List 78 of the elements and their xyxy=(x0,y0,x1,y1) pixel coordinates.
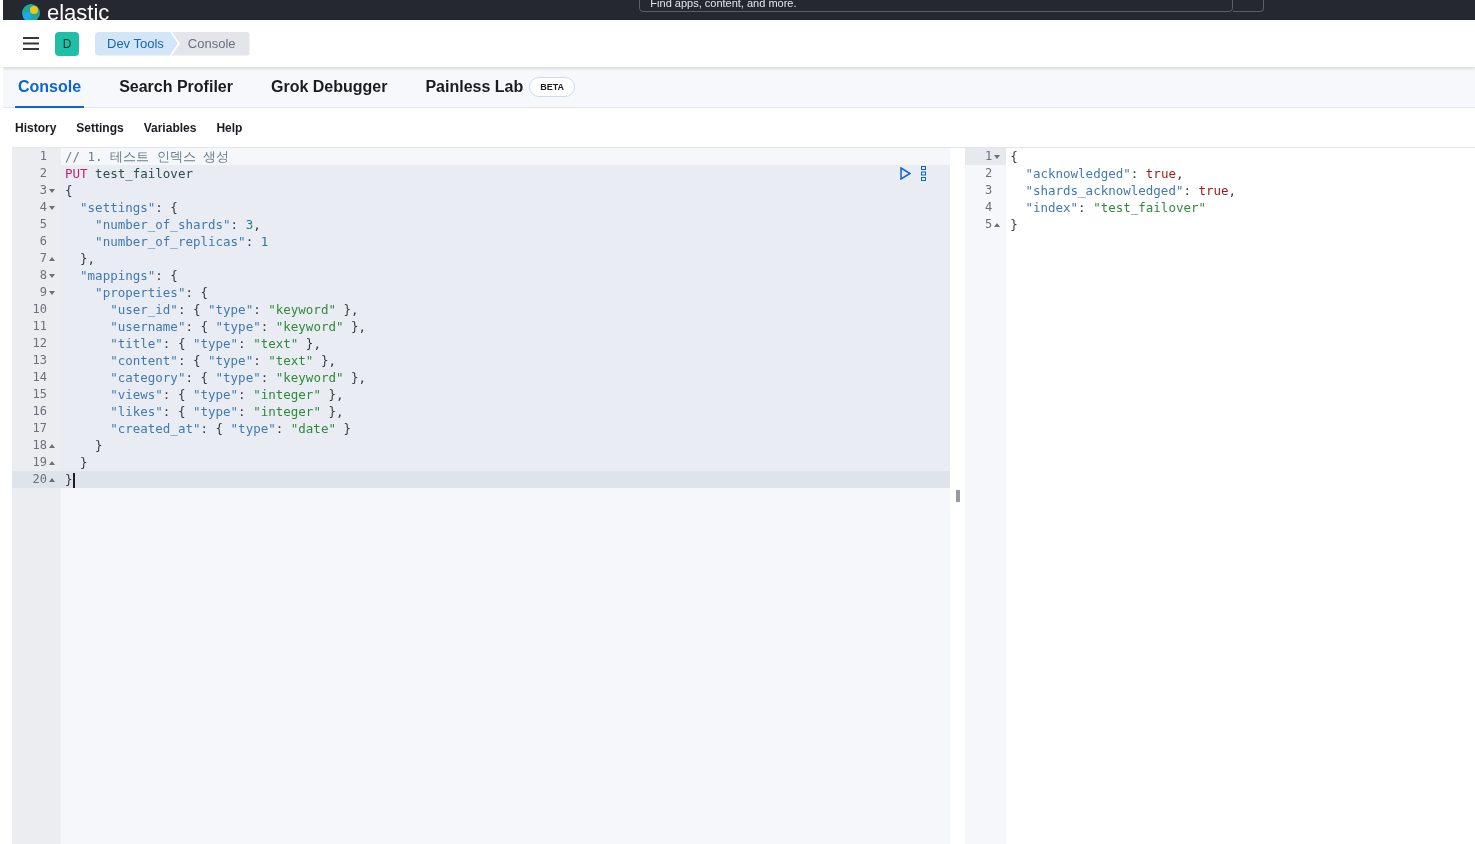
fold-down-icon[interactable] xyxy=(49,273,55,278)
code-line: "username": { "type": "keyword" }, xyxy=(109,319,367,334)
line-number: 7 xyxy=(39,250,47,267)
line-number: 16 xyxy=(32,403,47,420)
code-line: }, xyxy=(79,251,96,266)
space-avatar[interactable]: D xyxy=(55,31,79,56)
line-number: 15 xyxy=(32,386,47,403)
code-line: "user_id": { "type": "keyword" }, xyxy=(109,302,359,317)
code-line: "acknowledged": true, xyxy=(1024,166,1184,181)
line-number: 10 xyxy=(32,301,47,318)
code-line: "views": { "type": "integer" }, xyxy=(109,387,344,402)
code-line: "title": { "type": "text" }, xyxy=(109,336,321,351)
line-number: 17 xyxy=(32,420,47,437)
code-line: "number_of_replicas": 1 xyxy=(94,234,269,249)
code-line: "settings": { xyxy=(79,200,178,215)
line-number: 6 xyxy=(39,233,47,250)
fold-up-icon[interactable] xyxy=(49,460,55,465)
toolbar-link[interactable]: History xyxy=(15,120,57,135)
code-line: } xyxy=(64,472,73,487)
tab[interactable]: Grok Debugger xyxy=(267,67,391,108)
line-number: 9 xyxy=(39,284,47,301)
line-number: 18 xyxy=(32,437,47,454)
fold-up-icon[interactable] xyxy=(49,256,55,261)
line-number: 2 xyxy=(985,165,993,182)
line-number: 3 xyxy=(985,182,993,199)
fold-up-icon[interactable] xyxy=(49,477,55,482)
code-line: { xyxy=(64,183,73,198)
code-line: } xyxy=(94,438,103,453)
logo-text: elastic xyxy=(47,2,110,20)
toolbar-link[interactable]: Help xyxy=(216,120,243,135)
search-field[interactable]: Find apps, content, and more. xyxy=(639,0,1234,12)
code-line: // 1. 테스트 인덱스 생성 xyxy=(64,149,230,164)
line-number: 8 xyxy=(39,267,47,284)
line-number: 14 xyxy=(32,369,47,386)
more-icon[interactable] xyxy=(921,166,927,181)
line-number: 11 xyxy=(32,318,47,335)
play-icon[interactable] xyxy=(900,167,912,180)
code-line: { xyxy=(1009,149,1018,164)
breadcrumb[interactable]: Console xyxy=(171,31,250,56)
code-line: } xyxy=(1009,217,1018,232)
code-line: } xyxy=(79,455,88,470)
fold-down-icon[interactable] xyxy=(994,154,1001,159)
tab[interactable]: Painless Lab BETA xyxy=(422,67,579,108)
code-line: "shards_acknowledged": true, xyxy=(1024,183,1237,198)
line-number: 3 xyxy=(39,182,47,199)
line-number: 12 xyxy=(32,335,47,352)
toolbar-link[interactable]: Variables xyxy=(143,120,197,135)
fold-down-icon[interactable] xyxy=(49,188,55,193)
line-number: 2 xyxy=(39,165,47,182)
line-number: 1 xyxy=(985,148,993,165)
line-number: 4 xyxy=(39,199,47,216)
toolbar-link[interactable]: Settings xyxy=(76,120,124,135)
text-cursor xyxy=(72,473,75,488)
fold-down-icon[interactable] xyxy=(49,205,55,210)
code-line: PUT test_failover xyxy=(64,166,193,181)
line-number: 5 xyxy=(39,216,47,233)
menu-icon[interactable] xyxy=(23,37,39,50)
line-number: 13 xyxy=(32,352,47,369)
tab[interactable]: Search Profiler xyxy=(116,67,236,108)
fold-up-icon[interactable] xyxy=(994,222,1001,227)
fold-up-icon[interactable] xyxy=(49,443,55,448)
line-number: 1 xyxy=(39,148,47,165)
line-number: 4 xyxy=(985,199,993,216)
code-line: "number_of_shards": 3, xyxy=(94,217,261,232)
code-line: "category": { "type": "keyword" }, xyxy=(109,370,367,385)
breadcrumb[interactable]: Dev Tools xyxy=(95,31,178,56)
line-number: 20 xyxy=(32,471,47,488)
code-line: "properties": { xyxy=(94,285,208,300)
fold-down-icon[interactable] xyxy=(49,290,55,295)
code-line: "index": "test_failover" xyxy=(1024,200,1207,215)
code-line: "mappings": { xyxy=(79,268,178,283)
code-line: "content": { "type": "text" }, xyxy=(109,353,336,368)
code-line: "created_at": { "type": "date" } xyxy=(109,421,351,436)
beta-badge: BETA xyxy=(529,76,576,97)
line-number: 5 xyxy=(985,216,993,233)
resize-handle-icon[interactable] xyxy=(955,490,960,502)
line-number: 19 xyxy=(32,454,47,471)
code-line: "likes": { "type": "integer" }, xyxy=(109,404,344,419)
